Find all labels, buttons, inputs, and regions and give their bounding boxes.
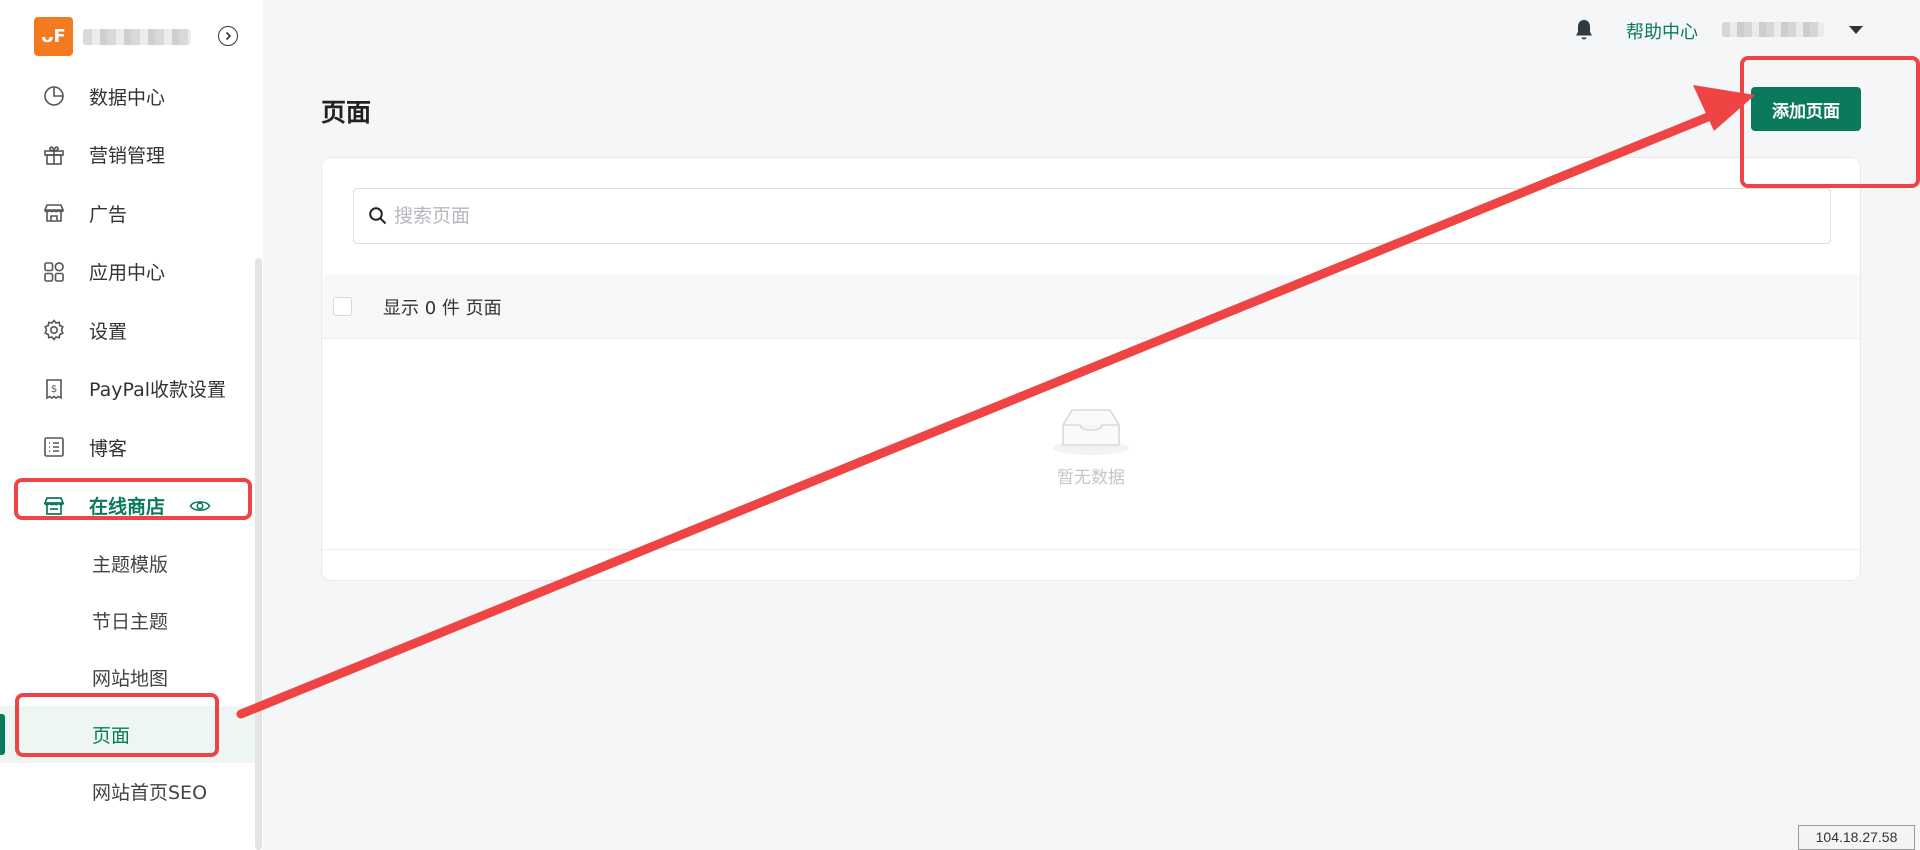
bell-icon[interactable]: [1573, 18, 1595, 42]
nav-item-data-center[interactable]: 数据中心: [0, 67, 256, 126]
sidebar-header: ᴗF: [34, 17, 191, 56]
empty-inbox-icon: [1053, 408, 1129, 455]
nav-item-blog[interactable]: 博客: [0, 418, 256, 477]
sub-item-sitemap[interactable]: 网站地图: [0, 649, 256, 706]
shop-name-blurred: [83, 28, 191, 45]
nav-item-paypal-settings[interactable]: $ PayPal收款设置: [0, 360, 256, 419]
page-title: 页面: [321, 98, 372, 127]
nav-item-app-center[interactable]: 应用中心: [0, 243, 256, 302]
gear-icon: [42, 318, 66, 342]
empty-text: 暂无数据: [1057, 467, 1125, 488]
search-icon: [369, 207, 387, 225]
sub-item-holiday-themes[interactable]: 节日主题: [0, 592, 256, 649]
sub-item-theme-templates[interactable]: 主题模版: [0, 535, 256, 592]
sub-item-label: 主题模版: [92, 554, 169, 576]
sub-item-label: 网站地图: [92, 668, 169, 690]
table-header: 显示 0 件 页面: [322, 275, 1860, 339]
sidebar: ᴗF 数据中心 营销管理 广告 应用中心 设置 $ PayPal收款设置 博客 …: [0, 0, 263, 850]
empty-state: 暂无数据: [322, 339, 1860, 550]
collapse-sidebar-button[interactable]: [218, 26, 238, 46]
apps-icon: [42, 260, 66, 284]
nav-item-label: 广告: [89, 203, 128, 226]
nav-item-settings[interactable]: 设置: [0, 301, 256, 360]
user-name-blurred[interactable]: [1722, 22, 1824, 37]
nav-item-label: 营销管理: [89, 145, 166, 168]
pages-card: 显示 0 件 页面 暂无数据: [321, 157, 1861, 581]
chevron-right-icon: [225, 31, 232, 41]
nav-item-label: 应用中心: [89, 262, 166, 285]
nav-item-ads[interactable]: 广告: [0, 184, 256, 243]
nav-item-label: 设置: [89, 320, 128, 343]
page-count-text: 显示 0 件 页面: [383, 297, 502, 319]
nav-item-label: 在线商店: [89, 496, 166, 519]
ip-address-label: 104.18.27.58: [1798, 825, 1915, 850]
storefront-icon: [42, 201, 66, 225]
dollar-receipt-icon: $: [42, 377, 66, 401]
nav-item-marketing[interactable]: 营销管理: [0, 126, 256, 185]
select-all-checkbox[interactable]: [333, 297, 352, 316]
pie-chart-icon: [42, 84, 66, 108]
nav-item-label: PayPal收款设置: [89, 379, 227, 402]
store-icon: [42, 494, 66, 518]
list-icon: [42, 435, 66, 459]
nav-item-label: 博客: [89, 437, 128, 460]
sidebar-nav: 数据中心 营销管理 广告 应用中心 设置 $ PayPal收款设置 博客 在线商…: [0, 67, 256, 820]
nav-item-label: 数据中心: [89, 86, 166, 109]
search-box[interactable]: [353, 188, 1831, 244]
svg-text:$: $: [51, 384, 57, 395]
help-center-link[interactable]: 帮助中心: [1626, 18, 1698, 44]
sub-item-label: 节日主题: [92, 611, 169, 633]
eye-icon[interactable]: [189, 498, 211, 514]
caret-down-icon[interactable]: [1849, 26, 1863, 34]
store-logo[interactable]: ᴗF: [34, 17, 73, 56]
sidebar-scrollbar[interactable]: [255, 258, 262, 850]
add-page-button[interactable]: 添加页面: [1751, 87, 1861, 131]
gift-icon: [42, 143, 66, 167]
search-input[interactable]: [394, 196, 1830, 236]
sub-item-homepage-seo[interactable]: 网站首页SEO: [0, 763, 256, 820]
sub-item-label: 网站首页SEO: [92, 782, 208, 804]
sub-item-pages[interactable]: 页面: [0, 706, 256, 763]
nav-item-online-store[interactable]: 在线商店: [0, 477, 256, 536]
sub-item-label: 页面: [92, 725, 131, 747]
annotation-arrow-head: [1693, 85, 1755, 131]
